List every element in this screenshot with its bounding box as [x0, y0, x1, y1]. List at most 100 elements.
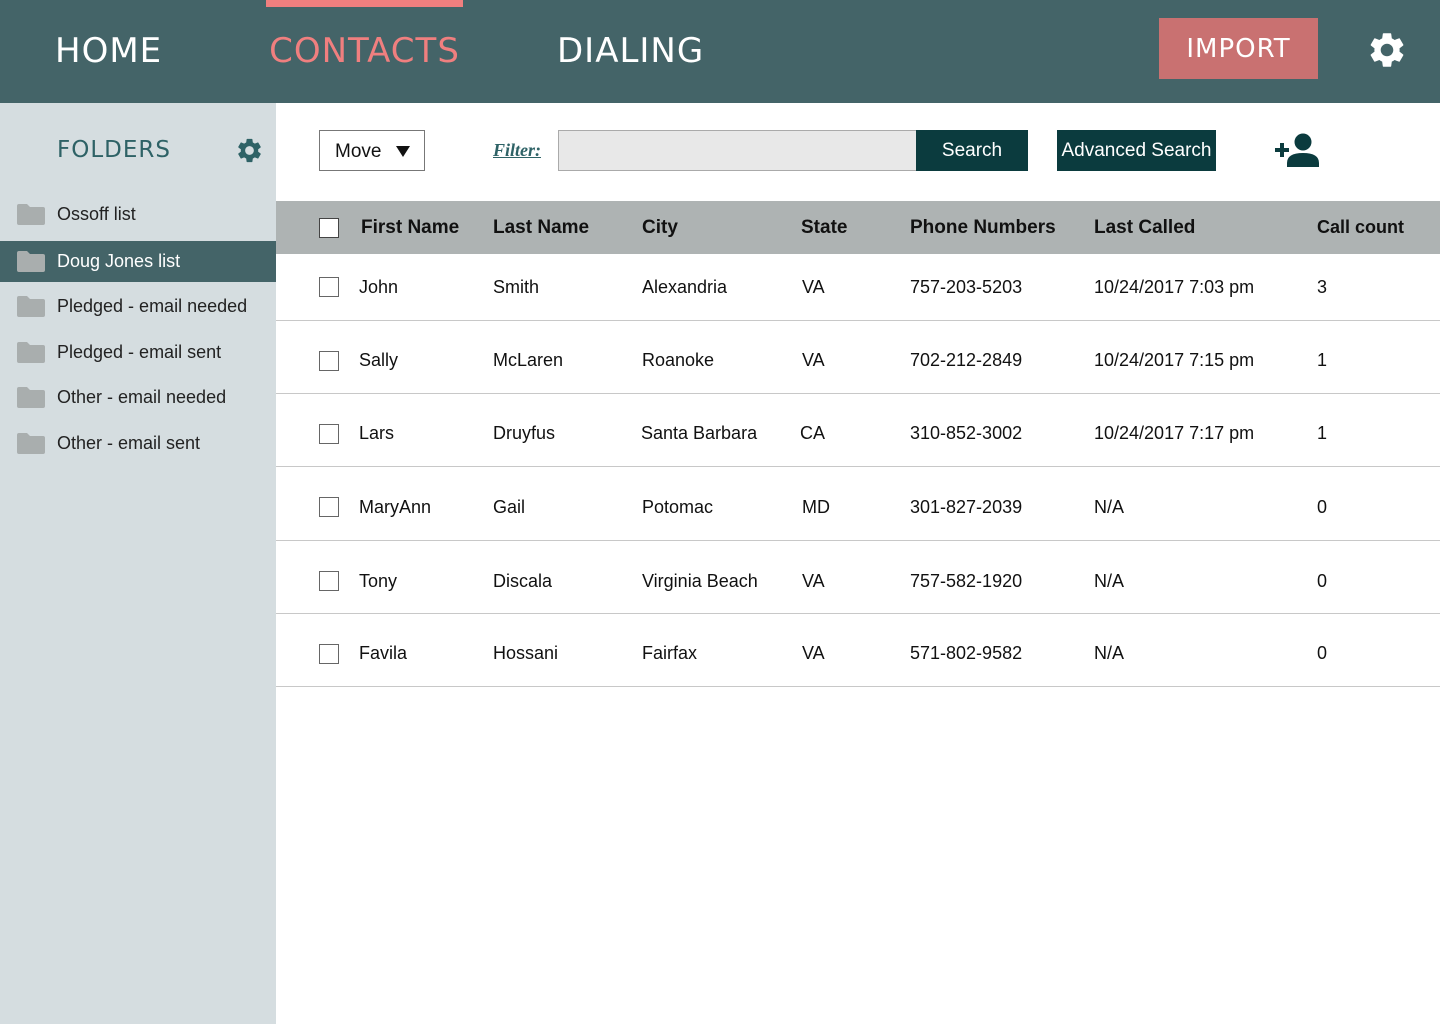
- cell-last-name: Gail: [493, 497, 526, 517]
- contacts-table-header: First Name Last Name City State Phone Nu…: [276, 201, 1440, 254]
- folder-item-pledged-email-sent[interactable]: Pledged - email sent: [0, 332, 276, 373]
- cell-city: Potomac: [642, 497, 714, 517]
- cell-city: Virginia Beach: [642, 571, 758, 591]
- cell-phone: 310-852-3002: [910, 423, 1023, 443]
- cell-last-name: Smith: [493, 277, 540, 297]
- cell-city: Fairfax: [642, 643, 698, 663]
- folder-item-other-email-sent[interactable]: Other - email sent: [0, 423, 276, 464]
- table-row[interactable]: Tony Discala Virginia Beach VA 757-582-1…: [276, 541, 1440, 614]
- row-checkbox[interactable]: [319, 571, 339, 591]
- import-button[interactable]: IMPORT: [1159, 18, 1318, 79]
- folder-label: Pledged - email needed: [57, 296, 248, 316]
- cell-phone: 301-827-2039: [910, 497, 1023, 517]
- cell-call-count: 0: [1317, 643, 1328, 663]
- cell-phone: 571-802-9582: [910, 643, 1023, 663]
- cell-first-name: MaryAnn: [359, 497, 432, 517]
- select-all-checkbox[interactable]: [319, 218, 339, 238]
- move-dropdown[interactable]: Move: [319, 130, 425, 171]
- folder-label: Pledged - email sent: [57, 342, 222, 362]
- table-row[interactable]: John Smith Alexandria VA 757-203-5203 10…: [276, 254, 1440, 321]
- caret-down-icon: [396, 146, 410, 157]
- column-header-last-name[interactable]: Last Name: [493, 217, 589, 239]
- folder-item-pledged-email-needed[interactable]: Pledged - email needed: [0, 286, 276, 327]
- table-row[interactable]: MaryAnn Gail Potomac MD 301-827-2039 N/A…: [276, 467, 1440, 541]
- table-row[interactable]: Favila Hossani Fairfax VA 571-802-9582 N…: [276, 614, 1440, 687]
- filter-input[interactable]: [558, 130, 918, 171]
- cell-last-called: N/A: [1094, 497, 1125, 517]
- folder-item-doug-jones-list[interactable]: Doug Jones list: [0, 241, 276, 282]
- folder-label: Other - email needed: [57, 387, 227, 407]
- folder-icon: [17, 296, 45, 317]
- cell-state: VA: [802, 643, 825, 663]
- cell-first-name: Sally: [359, 350, 399, 370]
- cell-last-called: N/A: [1094, 643, 1125, 663]
- move-dropdown-label: Move: [335, 141, 382, 162]
- row-checkbox[interactable]: [319, 277, 339, 297]
- cell-call-count: 1: [1317, 350, 1328, 370]
- folder-icon: [17, 387, 45, 408]
- folders-title: FOLDERS: [57, 137, 171, 163]
- tab-contacts[interactable]: CONTACTS: [266, 0, 463, 103]
- tab-home[interactable]: HOME: [55, 0, 162, 103]
- row-checkbox[interactable]: [319, 497, 339, 517]
- filter-label: Filter:: [493, 140, 541, 160]
- cell-state: VA: [802, 277, 825, 297]
- folder-icon: [17, 342, 45, 363]
- cell-state: VA: [802, 571, 825, 591]
- cell-first-name: Tony: [359, 571, 398, 591]
- column-header-call-count[interactable]: Call count: [1317, 217, 1404, 238]
- cell-phone: 757-203-5203: [910, 277, 1023, 297]
- cell-first-name: Favila: [359, 643, 408, 663]
- column-header-city[interactable]: City: [642, 217, 678, 239]
- cell-phone: 757-582-1920: [910, 571, 1023, 591]
- cell-last-called: 10/24/2017 7:15 pm: [1094, 350, 1255, 370]
- advanced-search-button[interactable]: Advanced Search: [1057, 130, 1216, 171]
- cell-first-name: Lars: [359, 423, 395, 443]
- top-nav-bar: HOME CONTACTS DIALING IMPORT: [0, 0, 1440, 103]
- table-row[interactable]: Lars Druyfus Santa Barbara CA 310-852-30…: [276, 394, 1440, 467]
- folder-label: Ossoff list: [57, 204, 136, 224]
- folder-settings-gear-icon[interactable]: [235, 136, 264, 165]
- tab-dialing[interactable]: DIALING: [557, 0, 704, 103]
- cell-last-name: Hossani: [493, 643, 559, 663]
- folder-label: Doug Jones list: [57, 251, 181, 271]
- row-checkbox[interactable]: [319, 351, 339, 371]
- cell-city: Santa Barbara: [641, 423, 758, 443]
- cell-call-count: 3: [1317, 277, 1328, 297]
- cell-last-called: N/A: [1094, 571, 1125, 591]
- folders-sidebar: FOLDERS Ossoff list Doug Jones list Pled…: [0, 103, 276, 1024]
- active-tab-indicator: [266, 0, 463, 7]
- cell-call-count: 0: [1317, 497, 1328, 517]
- cell-last-name: Discala: [493, 571, 553, 591]
- table-row[interactable]: Sally McLaren Roanoke VA 702-212-2849 10…: [276, 321, 1440, 394]
- search-button[interactable]: Search: [916, 130, 1028, 171]
- column-header-last-called[interactable]: Last Called: [1094, 217, 1195, 239]
- column-header-state[interactable]: State: [801, 217, 847, 239]
- cell-last-called: 10/24/2017 7:03 pm: [1094, 277, 1255, 297]
- cell-call-count: 0: [1317, 571, 1328, 591]
- gear-icon[interactable]: [1366, 29, 1408, 71]
- cell-city: Alexandria: [642, 277, 728, 297]
- cell-last-called: 10/24/2017 7:17 pm: [1094, 423, 1255, 443]
- cell-call-count: 1: [1317, 423, 1328, 443]
- cell-first-name: John: [359, 277, 399, 297]
- cell-state: CA: [800, 423, 826, 443]
- cell-last-name: McLaren: [493, 350, 564, 370]
- column-header-phone-numbers[interactable]: Phone Numbers: [910, 217, 1056, 239]
- row-checkbox[interactable]: [319, 644, 339, 664]
- tab-contacts-label: CONTACTS: [269, 31, 460, 71]
- cell-state: MD: [802, 497, 830, 517]
- folder-label: Other - email sent: [57, 433, 201, 453]
- folder-icon: [17, 251, 45, 272]
- cell-state: VA: [802, 350, 825, 370]
- row-checkbox[interactable]: [319, 424, 339, 444]
- cell-phone: 702-212-2849: [910, 350, 1023, 370]
- folder-icon: [17, 433, 45, 454]
- add-user-icon[interactable]: [1274, 133, 1320, 167]
- folder-item-other-email-needed[interactable]: Other - email needed: [0, 377, 276, 418]
- cell-city: Roanoke: [642, 350, 715, 370]
- column-header-first-name[interactable]: First Name: [361, 217, 459, 239]
- folder-item-ossoff-list[interactable]: Ossoff list: [0, 194, 276, 235]
- cell-last-name: Druyfus: [493, 423, 556, 443]
- folder-icon: [17, 204, 45, 225]
